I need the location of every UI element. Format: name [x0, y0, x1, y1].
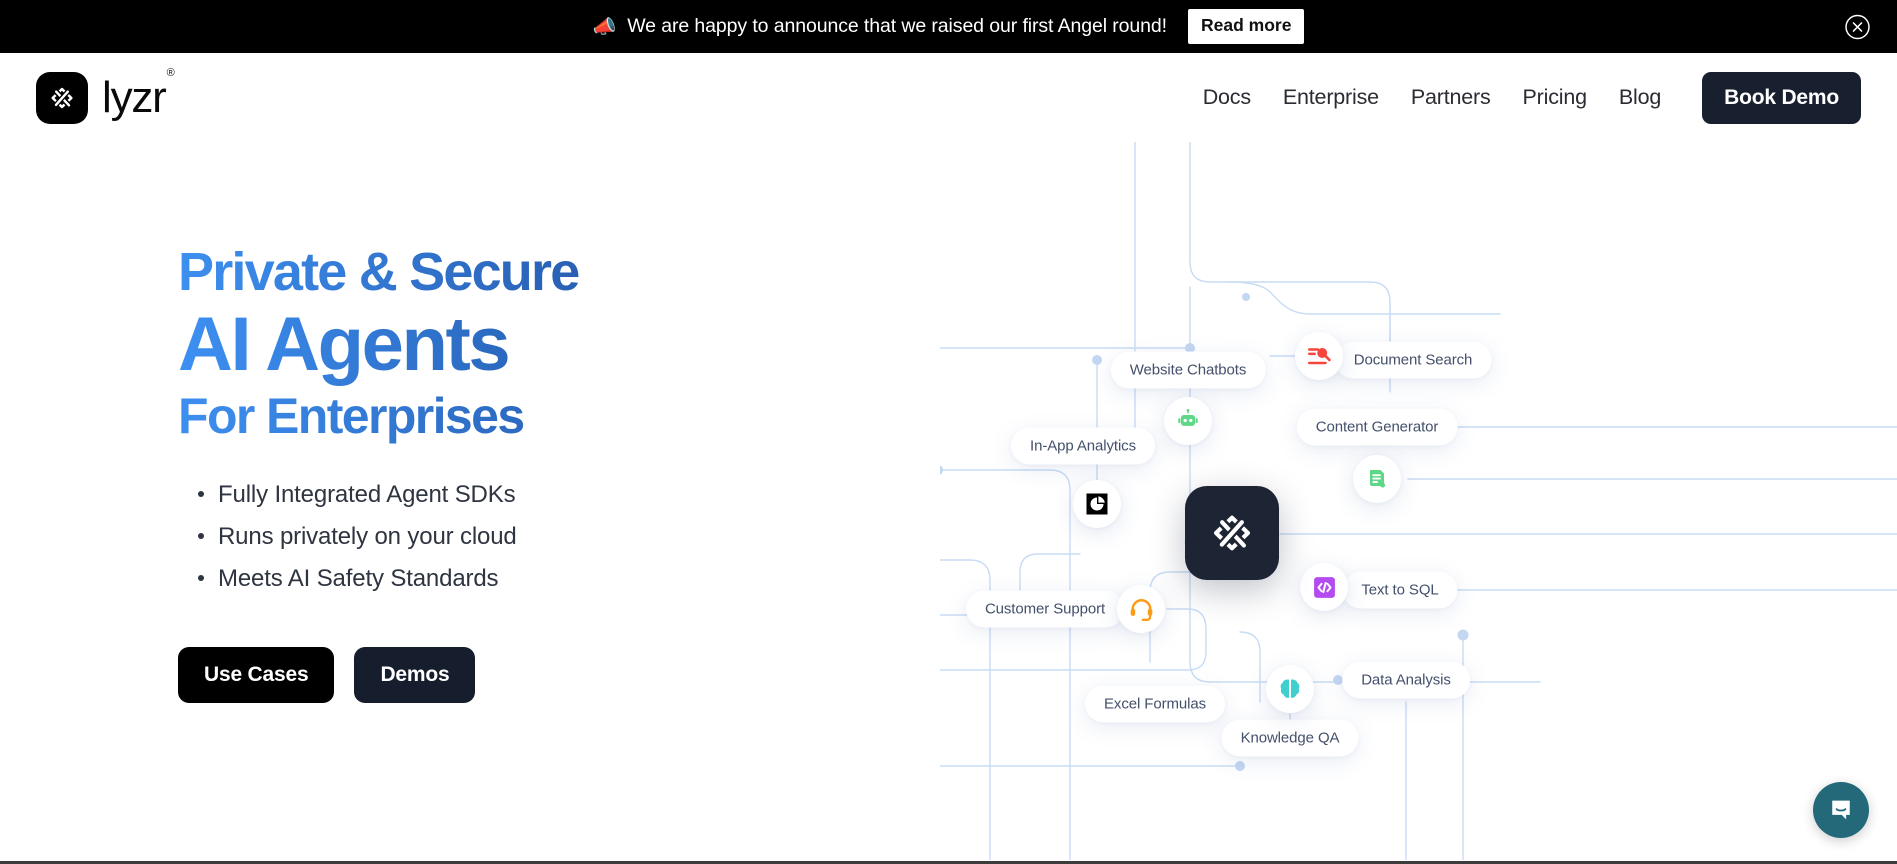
node-website-chatbots[interactable]: Website Chatbots	[1110, 351, 1266, 389]
page-title: Private & Secure AI Agents For Enterpris…	[178, 242, 798, 444]
lyzr-logo-icon	[36, 71, 88, 124]
document-lines-icon[interactable]	[1353, 455, 1401, 503]
node-data-analysis[interactable]: Data Analysis	[1342, 661, 1470, 699]
megaphone-icon: 📣	[592, 17, 617, 38]
nav-item-docs[interactable]: Docs	[1187, 85, 1267, 110]
use-cases-button[interactable]: Use Cases	[178, 646, 335, 703]
node-content-generator[interactable]: Content Generator	[1296, 408, 1458, 446]
hero-feature-list: Fully Integrated Agent SDKs Runs private…	[178, 478, 798, 595]
nav-item-pricing[interactable]: Pricing	[1507, 85, 1603, 110]
hero-actions: Use Cases Demos	[178, 646, 798, 703]
code-brackets-icon[interactable]	[1300, 563, 1348, 611]
trademark-symbol: ®	[166, 66, 175, 79]
main-navigation: Docs Enterprise Partners Pricing Blog Bo…	[1187, 71, 1861, 124]
node-knowledge-qa[interactable]: Knowledge QA	[1221, 719, 1359, 757]
hero-copy: Private & Secure AI Agents For Enterpris…	[178, 242, 798, 703]
pie-chart-icon[interactable]	[1073, 480, 1121, 528]
robot-icon[interactable]	[1164, 397, 1212, 445]
lyzr-logo-tile[interactable]	[1185, 486, 1279, 580]
landing-page: 📣 We are happy to announce that we raise…	[0, 0, 1897, 864]
announcement-bar: 📣 We are happy to announce that we raise…	[0, 0, 1897, 53]
node-excel-formulas[interactable]: Excel Formulas	[1085, 685, 1225, 723]
nav-item-enterprise[interactable]: Enterprise	[1267, 85, 1395, 110]
list-item: Fully Integrated Agent SDKs	[198, 478, 798, 511]
nav-item-partners[interactable]: Partners	[1395, 85, 1507, 110]
brand-wordmark: lyzr®	[102, 66, 175, 122]
announcement-content: 📣 We are happy to announce that we raise…	[592, 9, 1305, 44]
list-item: Meets AI Safety Standards	[198, 562, 798, 595]
node-in-app-analytics[interactable]: In-App Analytics	[1011, 427, 1155, 465]
hero-section: Private & Secure AI Agents For Enterpris…	[0, 142, 1897, 860]
brand-logo-link[interactable]: lyzr®	[36, 66, 175, 124]
book-demo-button[interactable]: Book Demo	[1702, 71, 1861, 124]
hero-title-line-1: Private & Secure	[178, 242, 798, 302]
headset-icon[interactable]	[1117, 585, 1165, 633]
demos-button[interactable]: Demos	[354, 646, 476, 703]
brain-icon[interactable]	[1266, 665, 1314, 713]
nav-item-blog[interactable]: Blog	[1603, 85, 1677, 110]
close-icon[interactable]	[1844, 13, 1871, 40]
agent-network-diagram: Website Chatbots Document Search Content…	[940, 142, 1897, 860]
intercom-chat-button[interactable]	[1813, 782, 1869, 838]
node-document-search[interactable]: Document Search	[1334, 341, 1492, 379]
hero-title-line-2: AI Agents	[178, 302, 798, 387]
node-text-to-sql[interactable]: Text to SQL	[1342, 571, 1458, 609]
list-item: Runs privately on your cloud	[198, 520, 798, 553]
announcement-text: We are happy to announce that we raised …	[627, 15, 1167, 37]
read-more-button[interactable]: Read more	[1188, 9, 1305, 44]
document-search-icon[interactable]	[1295, 332, 1343, 380]
hero-title-line-3: For Enterprises	[178, 388, 798, 444]
node-customer-support[interactable]: Customer Support	[965, 590, 1125, 628]
site-header: lyzr® Docs Enterprise Partners Pricing B…	[0, 53, 1897, 142]
